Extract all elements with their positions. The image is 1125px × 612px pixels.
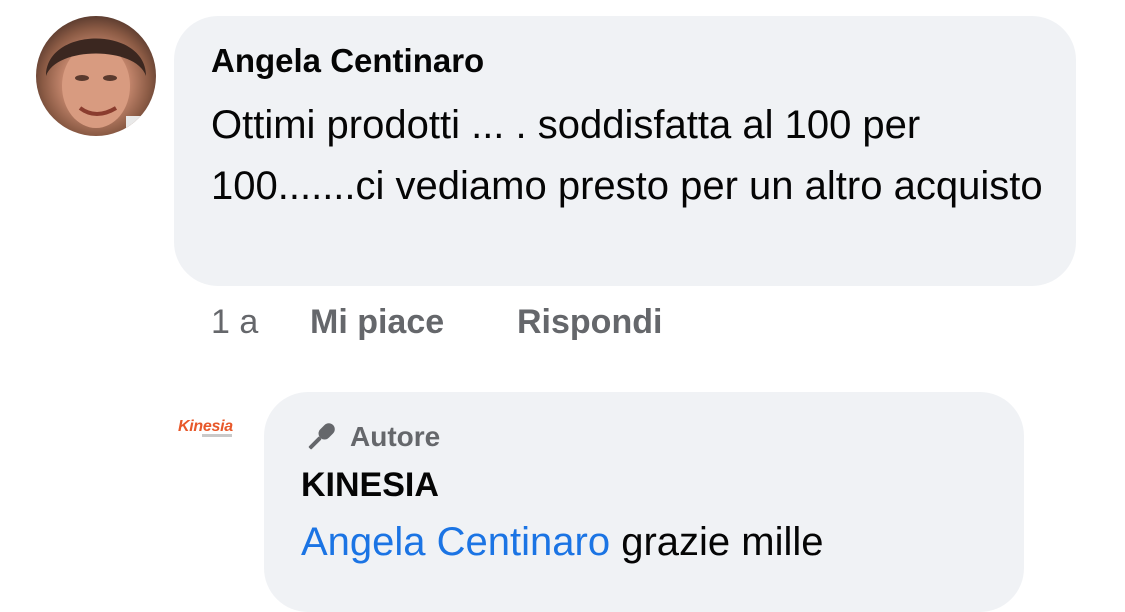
badge-label: Autore	[350, 421, 441, 452]
comment-text: Ottimi prodotti ... . soddisfatta al 100…	[211, 103, 1043, 208]
reply-author[interactable]: KINESIA	[301, 466, 439, 505]
comment-timestamp[interactable]: 1 a	[211, 303, 258, 342]
reply-message: grazie mille	[610, 520, 824, 564]
avatar-photo	[46, 38, 156, 136]
microphone-icon	[308, 423, 335, 450]
mention-link[interactable]: Angela Centinaro	[301, 520, 610, 564]
page-avatar-logo[interactable]: Kinesia	[178, 418, 244, 442]
logo-tagline	[202, 434, 232, 437]
reply-button[interactable]: Rispondi	[517, 303, 662, 342]
reply-text: Angela Centinaro grazie mille	[301, 520, 824, 565]
comment-author[interactable]: Angela Centinaro	[211, 42, 484, 80]
author-badge: Autore	[302, 418, 440, 456]
logo-text: Kinesia	[178, 418, 233, 435]
avatar[interactable]	[36, 16, 156, 136]
like-button[interactable]: Mi piace	[310, 303, 444, 342]
